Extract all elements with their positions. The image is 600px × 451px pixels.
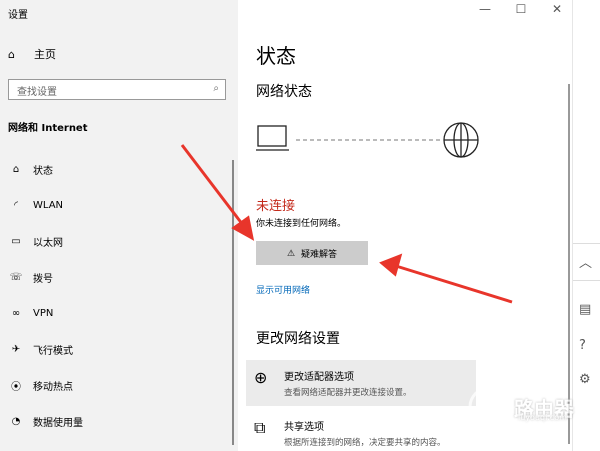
sidebar-item-label: 以太网 <box>33 237 63 249</box>
dialup-icon: ☏ <box>9 271 23 283</box>
page-title: 状态 <box>256 44 296 68</box>
window-controls: — ☐ ✕ <box>476 2 566 16</box>
sidebar-item-airplane[interactable]: ✈ 飞行模式 <box>8 339 228 359</box>
sharing-icon: ⧉ <box>254 418 266 437</box>
option-title: 更改适配器选项 <box>284 372 354 383</box>
home-nav[interactable]: ⌂ 主页 <box>8 46 56 62</box>
search-input[interactable]: 查找设置 ⌕ <box>8 79 226 100</box>
sidebar-item-vpn[interactable]: ∞ VPN <box>8 303 228 323</box>
troubleshoot-button[interactable]: ⚠ 疑难解答 <box>256 241 368 265</box>
sharing-options-item[interactable]: ⧉ 共享选项 根据所连接到的网络，决定要共享的内容。 <box>246 410 476 451</box>
sidebar-item-ethernet[interactable]: ▭ 以太网 <box>8 231 228 251</box>
vpn-icon: ∞ <box>11 307 21 319</box>
close-button[interactable]: ✕ <box>548 2 566 16</box>
option-title: 共享选项 <box>284 422 324 433</box>
watermark: 路由器 luyouqi.com <box>468 386 574 428</box>
network-status-heading: 网络状态 <box>256 84 312 100</box>
search-icon: ⌕ <box>213 83 219 94</box>
data-usage-icon: ◔ <box>11 415 21 427</box>
router-logo-icon <box>468 386 510 428</box>
sidebar-item-label: 数据使用量 <box>33 417 83 429</box>
settings-icon: ⚙ <box>579 372 591 387</box>
option-subtitle: 根据所连接到的网络，决定要共享的内容。 <box>284 438 446 448</box>
sidebar-item-label: WLAN <box>33 199 64 211</box>
troubleshoot-label: 疑难解答 <box>301 248 338 259</box>
sidebar-item-label: 移动热点 <box>33 381 73 393</box>
divider <box>573 243 600 244</box>
sidebar-item-hotspot[interactable]: ⦿ 移动热点 <box>8 375 228 395</box>
feedback-icon: ▤ <box>579 302 592 317</box>
change-settings-heading: 更改网络设置 <box>256 331 340 347</box>
sidebar-item-label: 状态 <box>33 165 53 177</box>
watermark-subtext: luyouqi.com <box>518 413 567 422</box>
sidebar-item-status[interactable]: ⌂ 状态 <box>8 159 228 179</box>
hotspot-icon: ⦿ <box>11 381 21 393</box>
show-networks-link[interactable]: 显示可用网络 <box>256 283 310 296</box>
sidebar-item-wlan[interactable]: ◜ WLAN <box>8 195 228 215</box>
sidebar-item-label: 飞行模式 <box>33 345 73 357</box>
sidebar-item-data-usage[interactable]: ◔ 数据使用量 <box>8 411 228 431</box>
ethernet-icon: ▭ <box>11 235 21 247</box>
network-diagram <box>256 122 479 158</box>
home-icon: ⌂ <box>8 47 15 61</box>
maximize-button[interactable]: ☐ <box>512 2 530 16</box>
section-title: 网络和 Internet <box>8 123 88 134</box>
main-panel: — ☐ ✕ 状态 网络状态 未连接 你未连接到任何网络。 ⚠ 疑难解答 显示可用… <box>238 0 572 451</box>
app-title: 设置 <box>8 10 28 21</box>
wifi-icon: ◜ <box>14 199 18 211</box>
connection-status: 未连接 <box>256 199 296 214</box>
globe-icon <box>443 122 479 158</box>
chevron-up-icon: ︿ <box>579 256 593 271</box>
sidebar-item-label: VPN <box>33 307 54 319</box>
sidebar-scrollbar[interactable] <box>232 160 234 445</box>
minimize-button[interactable]: — <box>476 2 494 16</box>
home-icon: ⌂ <box>12 163 20 175</box>
help-icon: ? <box>579 338 586 353</box>
laptop-icon <box>256 125 289 151</box>
sidebar-item-label: 拨号 <box>33 273 53 285</box>
adapter-icon: ⊕ <box>254 368 268 387</box>
option-subtitle: 查看网络适配器并更改连接设置。 <box>284 388 412 398</box>
warning-icon: ⚠ <box>286 247 296 258</box>
home-label: 主页 <box>34 48 56 61</box>
settings-sidebar: 设置 ⌂ 主页 查找设置 ⌕ 网络和 Internet ⌂ 状态 ◜ WLAN … <box>0 0 238 451</box>
airplane-icon: ✈ <box>11 343 21 355</box>
background-window-edge: ︿ ▤ ? ⚙ <box>572 0 600 451</box>
sidebar-item-dialup[interactable]: ☏ 拨号 <box>8 267 228 287</box>
connection-description: 你未连接到任何网络。 <box>256 219 347 229</box>
search-placeholder: 查找设置 <box>17 87 57 98</box>
divider <box>573 280 600 281</box>
adapter-options-item[interactable]: ⊕ 更改适配器选项 查看网络适配器并更改连接设置。 <box>246 360 476 406</box>
